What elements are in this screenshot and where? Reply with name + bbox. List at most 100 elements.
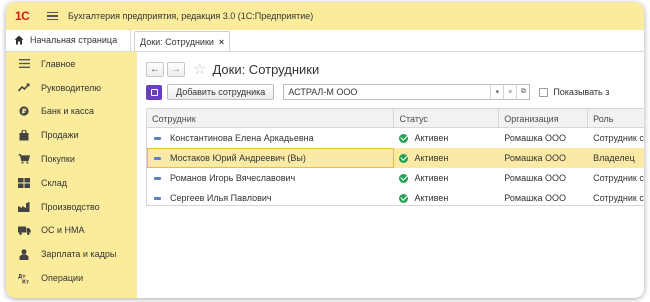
heading-row: ← → ☆ Доки: Сотрудники (146, 60, 319, 78)
sidebar-item-main[interactable]: Главное (6, 52, 137, 76)
toolbar: Добавить сотрудника АСТРАЛ-М ООО ▾ × ⧉ П… (146, 84, 609, 100)
organization-field[interactable]: АСТРАЛ-М ООО ▾ × ⧉ (283, 84, 531, 100)
sidebar-item-bank[interactable]: ₽ Банк и касса (6, 100, 137, 124)
column-header-organization[interactable]: Организация (499, 109, 589, 128)
sidebar-item-label: ОС и НМА (41, 225, 85, 236)
table-row-selected[interactable]: Мостаков Юрий Андреевич (Вы) Активен Ром… (147, 148, 644, 168)
hamburger-menu-icon[interactable] (47, 11, 58, 21)
employee-name: Константинова Елена Аркадьевна (170, 133, 314, 143)
employee-name: Сергеев Илья Павлович (170, 193, 272, 203)
sidebar: Главное Руководителю ₽ Банк и касса Прод… (6, 52, 137, 298)
check-circle-icon (399, 133, 409, 143)
truck-icon (17, 224, 31, 236)
item-marker-icon (154, 136, 161, 140)
forward-button[interactable]: → (167, 61, 185, 77)
home-icon (14, 35, 24, 45)
check-circle-icon (399, 173, 409, 183)
item-marker-icon (154, 196, 161, 200)
sidebar-item-label: Руководителю (41, 82, 102, 93)
status-cell: Активен (394, 188, 499, 205)
status-cell: Активен (394, 148, 499, 168)
shopping-cart-icon (17, 153, 31, 165)
app-title: Бухгалтерия предприятия, редакция 3.0 (1… (68, 11, 314, 21)
close-icon[interactable]: × (219, 37, 224, 47)
sidebar-item-label: Банк и касса (41, 106, 94, 117)
back-button[interactable]: ← (146, 61, 164, 77)
organization-cell: Ромашка ООО (504, 133, 566, 143)
tab-home[interactable]: Начальная страница (6, 29, 131, 51)
chevron-down-icon[interactable]: ▾ (490, 85, 503, 99)
svg-text:Кт: Кт (22, 279, 29, 284)
employee-cell: Константинова Елена Аркадьевна (147, 128, 394, 148)
organization-cell: Ромашка ООО (504, 173, 566, 183)
item-marker-icon (154, 176, 161, 180)
status-text: Активен (414, 153, 449, 163)
tab-bar: Начальная страница Доки: Сотрудники × (6, 29, 644, 52)
status-text: Активен (414, 193, 449, 203)
star-icon[interactable]: ☆ (193, 62, 206, 77)
employee-name: Романов Игорь Вячеславович (170, 173, 296, 183)
column-header-role[interactable]: Роль (588, 109, 644, 128)
sidebar-item-salary[interactable]: Зарплата и кадры (6, 242, 137, 266)
role-cell: Сотрудник с (593, 173, 644, 183)
column-header-status[interactable]: Статус (394, 109, 500, 128)
factory-icon (17, 201, 31, 213)
sidebar-item-label: Главное (41, 58, 76, 69)
status-text: Активен (414, 133, 449, 143)
logo-1c: 1С (15, 9, 37, 23)
sidebar-item-purchases[interactable]: Покупки (6, 147, 137, 171)
show-checkbox[interactable] (539, 87, 549, 97)
column-header-employee[interactable]: Сотрудник (147, 109, 395, 128)
employee-cell: Сергеев Илья Павлович (147, 188, 394, 205)
square-icon (150, 88, 158, 96)
table-row[interactable]: Сергеев Илья Павлович Активен Ромашка ОО… (147, 188, 644, 205)
main-content: ← → ☆ Доки: Сотрудники Добавить сотрудни… (137, 52, 644, 298)
sidebar-item-label: Продажи (41, 130, 79, 141)
sidebar-item-production[interactable]: Производство (6, 195, 137, 219)
open-icon[interactable]: ⧉ (516, 85, 529, 99)
sidebar-item-label: Склад (41, 177, 68, 188)
sidebar-item-label: Зарплата и кадры (41, 249, 117, 260)
show-checkbox-row[interactable]: Показывать з (539, 87, 609, 97)
sidebar-item-manager[interactable]: Руководителю (6, 76, 137, 100)
role-cell: Владелец (593, 153, 635, 163)
page-title: Доки: Сотрудники (212, 61, 320, 77)
clear-icon[interactable]: × (503, 85, 516, 99)
organization-cell: Ромашка ООО (504, 153, 566, 163)
status-cell: Активен (394, 168, 499, 188)
sidebar-item-warehouse[interactable]: Склад (6, 171, 137, 195)
organization-field-value: АСТРАЛ-М ООО (288, 87, 358, 97)
purple-action-button[interactable] (146, 84, 162, 100)
trend-arrow-icon (17, 82, 31, 94)
employee-cell: Романов Игорь Вячеславович (147, 168, 394, 188)
employee-name: Мостаков Юрий Андреевич (Вы) (170, 153, 306, 163)
dt-kt-icon: Дт Кт (17, 272, 31, 284)
status-text: Активен (414, 173, 449, 183)
employees-table: Сотрудник Статус Организация Роль Конста… (146, 108, 644, 206)
table-row[interactable]: Романов Игорь Вячеславович Активен Ромаш… (147, 168, 644, 188)
menu-lines-icon (17, 58, 31, 70)
check-circle-icon (399, 193, 409, 203)
person-icon (17, 248, 31, 260)
show-checkbox-label: Показывать з (553, 87, 610, 97)
sidebar-item-label: Покупки (41, 154, 75, 165)
add-employee-button[interactable]: Добавить сотрудника (167, 84, 275, 100)
title-bar: 1С Бухгалтерия предприятия, редакция 3.0… (6, 2, 644, 30)
svg-text:₽: ₽ (22, 108, 27, 116)
sidebar-item-sales[interactable]: Продажи (6, 123, 137, 147)
organization-cell: Ромашка ООО (504, 193, 566, 203)
role-cell: Сотрудник с (593, 193, 644, 203)
check-circle-icon (399, 153, 409, 163)
sidebar-item-operations[interactable]: Дт Кт Операции (6, 266, 137, 290)
logo-text: 1С (15, 9, 30, 23)
tab-home-label: Начальная страница (30, 35, 118, 45)
item-marker-icon (154, 156, 161, 160)
table-row[interactable]: Константинова Елена Аркадьевна Активен Р… (147, 128, 644, 148)
shopping-bag-icon (17, 129, 31, 141)
sidebar-item-assets[interactable]: ОС и НМА (6, 219, 137, 243)
sidebar-item-label: Операции (41, 273, 84, 284)
coin-icon: ₽ (17, 105, 31, 117)
tab-doki-employees[interactable]: Доки: Сотрудники × (134, 31, 231, 51)
table-header: Сотрудник Статус Организация Роль (147, 109, 644, 128)
sidebar-item-label: Производство (41, 201, 100, 212)
